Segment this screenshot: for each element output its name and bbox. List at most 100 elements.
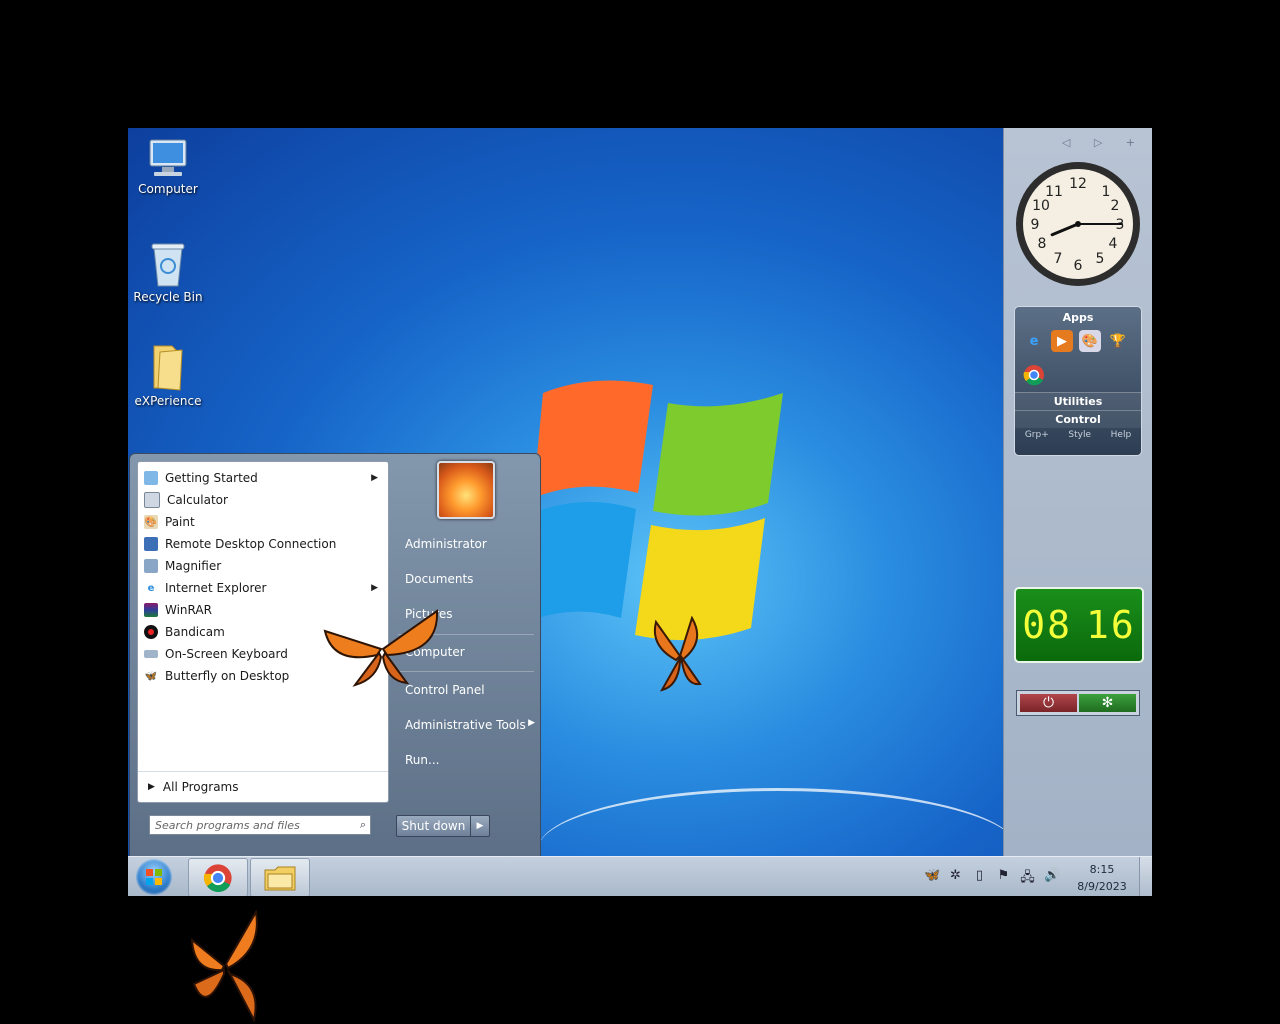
internet-explorer-icon[interactable]: e [1023,330,1045,352]
show-desktop-button[interactable] [1139,857,1152,896]
place-administrative-tools[interactable]: Administrative Tools ▶ [405,718,535,732]
chrome-icon [203,863,232,892]
svg-text:9: 9 [1031,217,1040,233]
all-programs-label: All Programs [162,780,239,794]
user-avatar[interactable] [437,461,495,519]
volume-icon[interactable]: 🔊 [1044,868,1060,890]
network-icon[interactable]: 🖧 [1020,868,1035,890]
program-label: Calculator [167,493,228,507]
taskbar: 🦋 ✲ ▯ ⚑ 🖧 🔊 8:15 8/9/2023 [128,856,1152,896]
file-explorer-icon [264,866,296,890]
program-label: Remote Desktop Connection [165,537,337,551]
program-magnifier[interactable]: Magnifier [138,555,388,577]
svg-text:7: 7 [1054,251,1063,267]
desktop-icon-experience[interactable]: eXPerience [128,342,208,408]
document-icon[interactable]: ▯ [972,868,987,890]
calculator-icon [144,492,160,508]
taskbar-explorer-button[interactable] [250,858,310,896]
shutdown-button-group: Shut down ▶ [396,815,490,837]
program-getting-started[interactable]: Getting Started ▶ [138,467,388,489]
bandicam-icon [144,625,158,639]
all-programs-arrow-icon: ▶ [148,782,155,792]
paint-icon: 🎨 [144,515,158,529]
start-search-input[interactable]: Search programs and files ⌕ [149,815,371,835]
apps-help-button[interactable]: Help [1111,430,1132,440]
search-icon[interactable]: ⌕ [360,818,366,832]
butterfly-decoration [190,910,258,1022]
folder-icon [153,345,183,391]
computer-icon [149,139,187,176]
keyboard-icon [144,650,158,658]
place-documents[interactable]: Documents [405,572,473,586]
submenu-arrow-icon: ▶ [528,718,535,728]
place-run[interactable]: Run... [405,753,439,767]
butterfly-decoration [654,616,702,692]
trophy-icon[interactable]: 🏆 [1107,330,1129,352]
taskbar-time: 8:15 [1089,863,1115,876]
flag-icon[interactable]: ⚑ [996,868,1011,890]
taskbar-clock[interactable]: 8:15 8/9/2023 [1073,861,1131,895]
start-menu: Getting Started ▶ Calculator 🎨 Paint Rem… [129,453,541,858]
shutdown-button[interactable]: Shut down [397,816,471,836]
internet-explorer-icon: e [147,582,155,594]
all-programs-button[interactable]: ▶ All Programs [138,771,388,802]
start-button[interactable] [136,859,172,895]
apps-utilities[interactable]: Utilities [1015,392,1141,410]
svg-text:6: 6 [1074,258,1083,274]
program-label: Paint [165,515,195,529]
gadget-sidebar: ◁ ▷ + 1212 345 678 91011 Apps e ▶ 🎨 🏆 [1003,128,1152,856]
digital-clock-minutes: 16 [1086,603,1136,647]
svg-text:8: 8 [1038,236,1047,252]
recycle-bin-icon [151,243,185,287]
program-label: WinRAR [165,603,212,617]
taskbar-date: 8/9/2023 [1077,880,1127,893]
butterfly-icon: 🦋 [144,670,158,682]
program-label: On-Screen Keyboard [165,647,288,661]
taskbar-chrome-button[interactable] [188,858,248,896]
power-off-icon[interactable]: ⏻ [1020,694,1077,712]
digital-clock-hours: 08 [1022,603,1072,647]
place-administrator[interactable]: Administrator [405,537,487,551]
apps-gadget: Apps e ▶ 🎨 🏆 Utilities Control Grp+ Styl… [1014,306,1142,456]
paint-icon[interactable]: 🎨 [1079,330,1101,352]
program-label: Internet Explorer [165,581,267,595]
apps-style-button[interactable]: Style [1068,430,1091,440]
remote-desktop-icon [144,537,158,551]
apps-control[interactable]: Control [1015,410,1141,428]
butterfly-decoration [323,609,439,687]
network-tool-icon[interactable]: ✲ [948,868,963,890]
sidebar-controls[interactable]: ◁ ▷ + [1062,136,1145,149]
svg-text:1: 1 [1102,184,1111,200]
chrome-icon[interactable] [1023,364,1045,386]
place-label: Administrative Tools [405,718,526,732]
desktop-icon-label: Computer [138,182,198,196]
program-label: Butterfly on Desktop [165,669,290,683]
program-paint[interactable]: 🎨 Paint [138,511,388,533]
program-calculator[interactable]: Calculator [138,489,388,511]
apps-title: Apps [1062,311,1094,324]
screen: Computer Recycle Bin eXPerience ◁ ▷ + 12… [128,128,1152,896]
program-internet-explorer[interactable]: e Internet Explorer ▶ [138,577,388,599]
submenu-arrow-icon: ▶ [371,473,378,483]
media-player-icon[interactable]: ▶ [1051,330,1073,352]
svg-text:11: 11 [1045,184,1063,200]
desktop-icon-recycle-bin[interactable]: Recycle Bin [128,240,208,304]
butterfly-icon[interactable]: 🦋 [924,868,940,890]
apps-grp-button[interactable]: Grp+ [1025,430,1049,440]
program-label: Bandicam [165,625,225,639]
svg-text:5: 5 [1096,251,1105,267]
desktop-icon-label: eXPerience [134,394,202,408]
winrar-icon [144,603,158,617]
desktop-icon-label: Recycle Bin [133,290,203,304]
program-remote-desktop[interactable]: Remote Desktop Connection [138,533,388,555]
apps-grid: e ▶ 🎨 🏆 [1015,324,1141,392]
digital-clock-gadget[interactable]: 08 16 [1014,587,1144,663]
program-label: Magnifier [165,559,222,573]
restart-icon[interactable]: ✻ [1079,694,1136,712]
svg-text:12: 12 [1069,176,1087,192]
analog-clock-gadget[interactable]: 1212 345 678 91011 [1014,160,1142,288]
search-placeholder: Search programs and files [155,818,300,832]
windows-flag-icon [146,869,162,885]
desktop-icon-computer[interactable]: Computer [128,138,208,196]
shutdown-options-arrow-icon[interactable]: ▶ [471,816,489,836]
